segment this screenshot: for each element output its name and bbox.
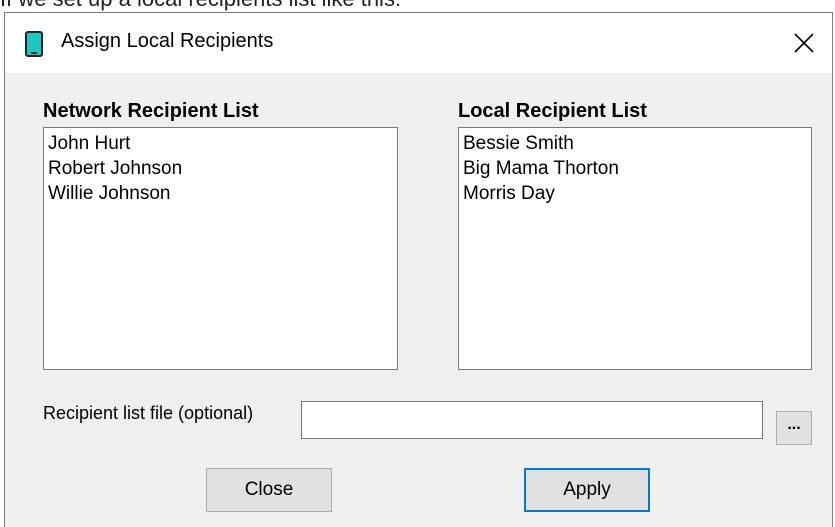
local-list-label: Local Recipient List	[458, 100, 647, 122]
list-item[interactable]: Bessie Smith	[463, 131, 807, 156]
close-icon	[794, 33, 814, 53]
close-button[interactable]: Close	[206, 468, 332, 512]
tablet-icon	[25, 31, 43, 57]
recipient-file-input[interactable]	[301, 401, 763, 439]
network-list-label: Network Recipient List	[43, 100, 259, 122]
close-window-button[interactable]	[784, 23, 824, 63]
list-item[interactable]: Morris Day	[463, 181, 807, 206]
list-item[interactable]: Willie Johnson	[48, 181, 393, 206]
title-bar: Assign Local Recipients	[5, 13, 832, 73]
apply-button[interactable]: Apply	[524, 468, 650, 512]
recipient-file-label: Recipient list file (optional)	[43, 403, 254, 423]
list-item[interactable]: Big Mama Thorton	[463, 156, 807, 181]
list-item[interactable]: Robert Johnson	[48, 156, 393, 181]
browse-button[interactable]: ...	[776, 411, 812, 445]
list-item[interactable]: John Hurt	[48, 131, 393, 156]
assign-local-recipients-dialog: Assign Local Recipients Network Recipien…	[4, 12, 833, 527]
local-recipient-list[interactable]: Bessie Smith Big Mama Thorton Morris Day	[458, 127, 812, 370]
window-title: Assign Local Recipients	[61, 30, 274, 52]
page-caption: If we set up a local recipients list lik…	[0, 0, 401, 12]
network-recipient-list[interactable]: John Hurt Robert Johnson Willie Johnson	[43, 127, 398, 370]
